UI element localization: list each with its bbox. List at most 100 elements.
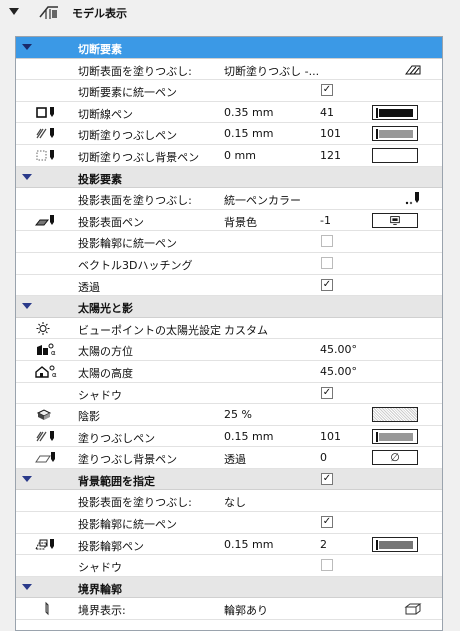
pen-swatch-button[interactable] [372, 536, 418, 552]
property-row[interactable]: 投影表面を塗りつぶし: 統一ペンカラー [16, 188, 442, 210]
property-label: 切断要素に統一ペン [78, 86, 177, 100]
property-row[interactable]: α 太陽の高度 45.00° [16, 361, 442, 383]
hatch-edit-icon[interactable] [404, 62, 422, 77]
property-row[interactable]: ビューポイントの太陽光設定 カスタム [16, 318, 442, 340]
checkbox[interactable]: ✓ [321, 472, 333, 485]
pen-swatch-button[interactable] [372, 212, 418, 228]
section-label: 背景範囲を指定 [78, 474, 155, 488]
property-value[interactable]: 0 mm [224, 149, 256, 162]
property-number[interactable]: 41 [320, 106, 334, 119]
property-number[interactable]: 2 [320, 538, 327, 551]
property-label: 投影表面ペン [78, 215, 144, 229]
collapse-triangle-icon[interactable] [9, 8, 19, 15]
property-row[interactable]: 投影表面を塗りつぶし: なし [16, 490, 442, 513]
pen-swatch-button[interactable] [372, 126, 418, 142]
property-row[interactable]: 投影輪郭に統一ペン [16, 231, 442, 253]
pen-swatch-button[interactable] [372, 104, 418, 120]
property-value[interactable]: 0.15 mm [224, 127, 273, 140]
property-value[interactable]: 透過 [224, 451, 246, 467]
expand-triangle-icon[interactable] [22, 583, 32, 590]
property-number[interactable]: 101 [320, 430, 341, 443]
section-header[interactable]: 境界輪郭 [16, 576, 442, 599]
section-header[interactable]: 投影要素 [16, 166, 442, 189]
property-row[interactable]: 塗りつぶしペン 0.15 mm 101 [16, 426, 442, 448]
property-value[interactable]: 切断塗りつぶし -... [224, 63, 319, 79]
pen-swatch-button[interactable] [372, 428, 418, 444]
pen-swatch-button[interactable]: ∅ [372, 450, 418, 466]
model-display-header[interactable]: モデル表示 [0, 0, 460, 24]
pen-swatch-button[interactable] [372, 407, 418, 423]
property-row[interactable]: 境界表示: 輪郭あり [16, 598, 442, 621]
property-number[interactable]: 45.00° [320, 365, 357, 378]
property-number[interactable]: 101 [320, 127, 341, 140]
section-header[interactable]: 切断要素 [16, 37, 442, 59]
property-number[interactable]: -1 [320, 214, 331, 227]
expand-triangle-icon[interactable] [22, 303, 32, 310]
checkbox[interactable]: ✓ [321, 386, 333, 399]
cut-line-pen-icon [34, 105, 64, 120]
section-header[interactable]: 太陽光と影 [16, 296, 442, 318]
property-value[interactable]: 0.35 mm [224, 106, 273, 119]
property-row[interactable]: ベクトル3Dハッチング [16, 253, 442, 275]
section-header[interactable]: 背景範囲を指定 ✓ [16, 468, 442, 491]
property-value[interactable]: 輪郭あり [224, 602, 268, 618]
property-row[interactable]: 陰影 25 % [16, 404, 442, 426]
property-label: ベクトル3Dハッチング [78, 258, 193, 272]
property-row[interactable]: 投影輪郭ペン 0.15 mm 2 [16, 534, 442, 556]
property-label: シャドウ [78, 561, 122, 575]
property-row[interactable]: 切断塗りつぶしペン 0.15 mm 101 [16, 123, 442, 145]
property-value[interactable]: 0.15 mm [224, 538, 273, 551]
property-row[interactable]: シャドウ ✓ [16, 383, 442, 405]
property-row[interactable]: 投影輪郭に統一ペン ✓ [16, 512, 442, 534]
property-row[interactable]: 透過 ✓ [16, 275, 442, 297]
property-row[interactable]: α 太陽の方位 45.00° [16, 339, 442, 361]
transparent-symbol: ∅ [390, 451, 400, 465]
property-row[interactable]: 切断塗りつぶし背景ペン 0 mm 121 [16, 145, 442, 167]
pen-color-icon[interactable] [404, 191, 422, 206]
checkbox[interactable] [321, 559, 333, 572]
checkbox[interactable]: ✓ [321, 516, 333, 529]
section-label: 投影要素 [78, 172, 122, 186]
boundary-box-icon[interactable] [404, 601, 422, 616]
property-row[interactable]: シャドウ [16, 555, 442, 577]
checkbox[interactable] [321, 256, 333, 269]
checkbox[interactable]: ✓ [321, 84, 333, 97]
property-value[interactable]: 25 % [224, 408, 252, 421]
property-value[interactable]: 背景色 [224, 214, 257, 230]
property-row[interactable]: 投影表面ペン 背景色 -1 [16, 210, 442, 232]
checkbox[interactable]: ✓ [321, 278, 333, 291]
property-value[interactable]: 0.15 mm [224, 430, 273, 443]
property-label: 投影輪郭ペン [78, 539, 144, 553]
property-value[interactable]: カスタム [224, 322, 268, 338]
expand-triangle-icon[interactable] [22, 44, 32, 50]
property-value[interactable]: 統一ペンカラー [224, 192, 301, 208]
shading-icon [34, 407, 64, 422]
expand-triangle-icon[interactable] [22, 475, 32, 482]
fill-pen-icon [34, 429, 64, 444]
property-panel: 切断要素 切断表面を塗りつぶし: 切断塗りつぶし -... 切断要素に統一ペン ✓ 切断線… [15, 36, 443, 631]
property-label: 透過 [78, 280, 100, 294]
property-number[interactable]: 121 [320, 149, 341, 162]
property-row[interactable]: 塗りつぶし背景ペン 透過 0 ∅ [16, 447, 442, 469]
sun-altitude-icon: α [34, 364, 64, 379]
property-label: 投影表面を塗りつぶし: [78, 194, 192, 208]
property-row[interactable]: 切断表面を塗りつぶし: 切断塗りつぶし -... [16, 59, 442, 81]
section-label: 切断要素 [78, 43, 122, 56]
cut-fill-pen-icon [34, 126, 64, 141]
property-label: 切断表面を塗りつぶし: [78, 64, 192, 78]
expand-triangle-icon[interactable] [22, 173, 32, 180]
pen-swatch-button[interactable] [372, 147, 418, 163]
property-label: ビューポイントの太陽光設定 [78, 323, 221, 337]
property-value[interactable]: なし [224, 494, 246, 510]
checkbox[interactable] [321, 235, 333, 248]
property-label: シャドウ [78, 388, 122, 402]
cut-fill-bg-pen-icon [34, 148, 64, 163]
property-number[interactable]: 0 [320, 451, 327, 464]
projected-contour-pen-icon [34, 537, 64, 552]
property-row[interactable]: 切断線ペン 0.35 mm 41 [16, 102, 442, 124]
svg-text:α: α [51, 349, 56, 357]
property-row[interactable]: 切断要素に統一ペン ✓ [16, 80, 442, 102]
fill-bg-pen-icon [34, 450, 64, 465]
property-number[interactable]: 45.00° [320, 343, 357, 356]
property-label: 太陽の高度 [78, 366, 133, 380]
